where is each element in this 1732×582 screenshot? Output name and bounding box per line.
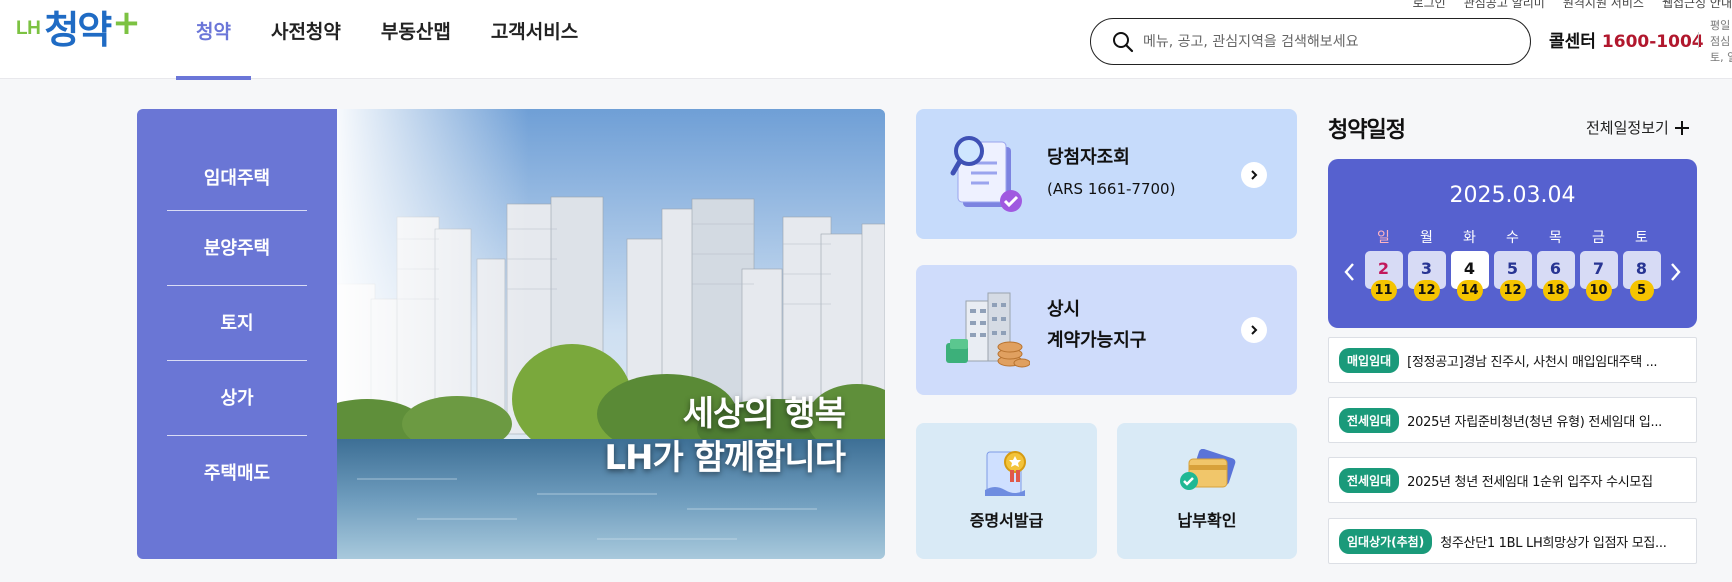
notice-tag: 전세임대: [1339, 467, 1400, 493]
lh-logo[interactable]: LH 청약 +: [16, 3, 141, 60]
calendar-week: 일 2 11 월 3 12 화 4 14 수 5 12 목 6 18 금 7 1…: [1364, 229, 1661, 301]
day-of-week: 토: [1635, 230, 1648, 246]
calendar-day[interactable]: 목 6 18: [1536, 229, 1575, 301]
notice-tag: 매입임대: [1339, 347, 1400, 373]
contract-district-card[interactable]: 상시 계약가능지구: [916, 265, 1297, 395]
callcenter-hours: 평일 점심 토, 일: [1710, 18, 1732, 66]
payment-card-icon: [1180, 449, 1236, 490]
certificate-icon: [985, 451, 1026, 496]
schedule-count-badge: 11: [1370, 280, 1397, 301]
category-land[interactable]: 토지: [167, 286, 307, 361]
hero-slogan: 세상의 행복 LH가 함께합니다: [604, 392, 846, 480]
chevron-right-icon[interactable]: [1241, 162, 1267, 188]
chevron-right-icon[interactable]: [1241, 317, 1267, 343]
callcenter-number[interactable]: 1600-1004: [1602, 32, 1704, 52]
notice-title: 청주산단1 1BL LH희망상가 입점자 모집...: [1440, 535, 1667, 551]
callcenter: 콜센터 1600-1004: [1549, 27, 1704, 52]
schedule-count-badge: 12: [1499, 280, 1526, 301]
calendar-day[interactable]: 토 8 5: [1622, 229, 1661, 301]
notice-item[interactable]: 임대상가(추첨) 청주산단1 1BL LH희망상가 입점자 모집...: [1328, 518, 1697, 564]
logo-plus: +: [112, 3, 141, 43]
util-login-link[interactable]: 로그인: [1413, 0, 1446, 11]
payment-label: 납부확인: [1177, 511, 1237, 530]
hours-line: 토, 일: [1710, 51, 1732, 64]
certificate-label: 증명서발급: [969, 511, 1044, 530]
search-box: [1090, 18, 1531, 65]
chevron-left-icon[interactable]: [1340, 261, 1360, 283]
calendar-day[interactable]: 금 7 10: [1579, 229, 1618, 301]
notice-tag: 전세임대: [1339, 407, 1400, 433]
hours-line: 평일: [1710, 19, 1731, 32]
day-of-week: 금: [1592, 230, 1605, 246]
schedule-count-badge: 12: [1413, 280, 1440, 301]
schedule-title: 청약일정: [1328, 118, 1406, 143]
notice-title: [정정공고]경남 진주시, 사천시 매입임대주택 ...: [1407, 354, 1658, 370]
nav-item-customer-service[interactable]: 고객서비스: [471, 0, 598, 79]
calendar-day-today[interactable]: 화 4 14: [1450, 229, 1489, 301]
calendar-date: 2025.03.04: [1449, 183, 1576, 208]
site-header: LH 청약 + 청약 사전청약 부동산맵 고객서비스 로그인 관심공고 알리미 …: [0, 0, 1732, 80]
hero-line-1: 세상의 행복: [682, 394, 846, 434]
day-of-week: 수: [1506, 230, 1519, 246]
view-all-schedule-link[interactable]: 전체일정보기: [1586, 117, 1689, 138]
notice-title: 2025년 청년 전세임대 1순위 입주자 수시모집: [1407, 474, 1653, 490]
divider: [1698, 32, 1699, 48]
callcenter-label: 콜센터: [1549, 32, 1596, 52]
util-alert-link[interactable]: 관심공고 알리미: [1464, 0, 1545, 11]
logo-name: 청약: [44, 8, 112, 52]
category-menu: 임대주택 분양주택 토지 상가 주택매도: [137, 109, 337, 559]
nav-item-subscription[interactable]: 청약: [176, 0, 251, 80]
contract-title-line1: 상시: [1047, 299, 1081, 320]
schedule-count-badge: 10: [1585, 280, 1612, 301]
schedule-count-badge: 18: [1542, 280, 1569, 301]
certificate-issue-card[interactable]: 증명서발급: [916, 423, 1097, 559]
winner-lookup-ars: (ARS 1661-7700): [1047, 180, 1176, 198]
calendar-day[interactable]: 수 5 12: [1493, 229, 1532, 301]
category-sale-housing[interactable]: 분양주택: [167, 211, 307, 286]
logo-prefix: LH: [16, 18, 41, 39]
nav-item-real-estate-map[interactable]: 부동산맵: [361, 0, 471, 79]
category-commercial[interactable]: 상가: [167, 361, 307, 436]
calendar-day[interactable]: 월 3 12: [1407, 229, 1446, 301]
contract-title-line2: 계약가능지구: [1047, 330, 1147, 351]
winner-lookup-title: 당첨자조회: [1047, 147, 1130, 168]
day-of-week: 월: [1420, 230, 1433, 246]
schedule-count-badge: 14: [1456, 280, 1483, 301]
search-icon[interactable]: [1103, 31, 1143, 53]
notice-tag: 임대상가(추첨): [1339, 528, 1433, 554]
day-of-week: 목: [1549, 230, 1562, 246]
search-input[interactable]: [1143, 33, 1503, 50]
plus-icon: [1674, 120, 1689, 135]
schedule-calendar: 2025.03.04 일 2 11 월 3 12 화 4 14 수 5 12 목…: [1328, 159, 1697, 328]
schedule-count-badge: 5: [1629, 280, 1654, 301]
utility-links: 로그인 관심공고 알리미 원격지원 서비스 웹접근성 안내: [1413, 0, 1732, 11]
hero-line-2: LH가 함께합니다: [604, 438, 846, 478]
category-rental-housing[interactable]: 임대주택: [167, 146, 307, 211]
payment-check-card[interactable]: 납부확인: [1117, 423, 1297, 559]
document-search-icon: [950, 136, 1022, 212]
util-remote-support-link[interactable]: 원격지원 서비스: [1563, 0, 1644, 11]
notice-title: 2025년 자립준비청년(청년 유형) 전세임대 입...: [1407, 414, 1662, 430]
hero-image: [337, 109, 885, 559]
hours-line: 점심: [1710, 35, 1731, 48]
notice-item[interactable]: 전세임대 2025년 청년 전세임대 1순위 입주자 수시모집: [1328, 457, 1697, 503]
day-of-week: 일: [1377, 230, 1390, 246]
building-coins-icon: [946, 292, 1030, 368]
notice-item[interactable]: 전세임대 2025년 자립준비청년(청년 유형) 전세임대 입...: [1328, 397, 1697, 443]
util-accessibility-link[interactable]: 웹접근성 안내: [1662, 0, 1732, 11]
notice-item[interactable]: 매입임대 [정정공고]경남 진주시, 사천시 매입임대주택 ...: [1328, 337, 1697, 383]
view-all-label: 전체일정보기: [1586, 119, 1669, 137]
category-house-sale[interactable]: 주택매도: [167, 436, 307, 511]
nav-item-pre-subscription[interactable]: 사전청약: [251, 0, 361, 79]
chevron-right-icon[interactable]: [1665, 261, 1685, 283]
main-nav: 청약 사전청약 부동산맵 고객서비스: [176, 0, 598, 80]
day-of-week: 화: [1463, 230, 1476, 246]
winner-lookup-card[interactable]: 당첨자조회 (ARS 1661-7700): [916, 109, 1297, 239]
calendar-day[interactable]: 일 2 11: [1364, 229, 1403, 301]
hero-banner[interactable]: 세상의 행복 LH가 함께합니다: [337, 109, 885, 559]
